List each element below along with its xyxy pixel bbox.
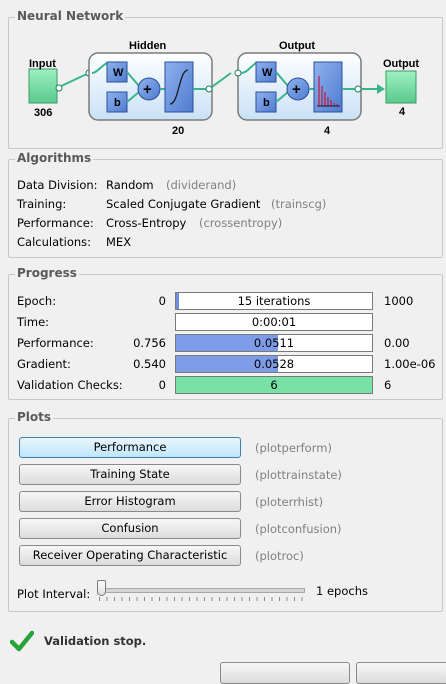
algorithms-title: Algorithms <box>15 151 94 165</box>
plot-confusion-fn: (plotconfusion) <box>255 522 342 536</box>
slider-thumb[interactable] <box>97 580 106 596</box>
validation-current: 6 <box>270 378 278 392</box>
epoch-bar: 15 iterations <box>175 292 373 310</box>
plot-performance-fn: (plotperform) <box>255 441 332 455</box>
calculations-value: MEX <box>106 235 132 249</box>
division-fn: (dividerand) <box>166 178 237 192</box>
hidden-sum-label: + <box>143 81 152 98</box>
plot-training-state-fn: (plottrainstate) <box>255 468 342 482</box>
validation-start: 0 <box>158 378 166 392</box>
validation-label: Validation Checks: <box>17 378 123 392</box>
time-current: 0:00:01 <box>251 315 297 329</box>
epoch-label: Epoch: <box>17 294 57 308</box>
performance-fn: (crossentropy) <box>199 216 283 230</box>
plot-performance-label: Performance <box>93 440 167 454</box>
training-label: Training: <box>17 197 67 211</box>
stop-training-button[interactable] <box>220 662 350 684</box>
validation-bar: 6 <box>175 376 373 394</box>
gradient-current: 0.0528 <box>253 357 295 371</box>
time-label: Time: <box>17 315 50 329</box>
hidden-bias-label: b <box>114 97 121 109</box>
output-bias-label: b <box>263 97 270 109</box>
output-sum-label: + <box>292 81 301 98</box>
performance-value: Cross-Entropy <box>106 216 187 230</box>
plot-error-histogram-label: Error Histogram <box>84 494 176 508</box>
progress-panel: Progress Epoch: 0 15 iterations 1000 Tim… <box>8 266 443 400</box>
hidden-weight-label: W <box>113 67 124 79</box>
plot-roc-label: Receiver Operating Characteristic <box>32 548 228 562</box>
progress-title: Progress <box>15 266 79 280</box>
gradient-bar: 0.0528 <box>175 355 373 373</box>
plot-interval-value: 1 epochs <box>316 584 368 598</box>
plots-title: Plots <box>15 410 54 424</box>
epoch-current: 15 iterations <box>237 294 311 308</box>
epoch-end: 1000 <box>384 294 414 308</box>
performance-bar: 0.0511 <box>175 334 373 352</box>
performance-current: 0.0511 <box>253 336 295 350</box>
gradient-label: Gradient: <box>17 357 71 371</box>
division-value: Random <box>106 178 154 192</box>
validation-end: 6 <box>384 378 392 392</box>
plots-panel: Plots Performance (plotperform) Training… <box>8 410 443 612</box>
calculations-label: Calculations: <box>17 235 92 249</box>
epoch-start: 0 <box>158 294 166 308</box>
plot-roc-fn: (plotroc) <box>255 549 304 563</box>
performance-end: 0.00 <box>384 336 410 350</box>
network-diagram: W b + W b + Input 306 Hidden 20 Output 4… <box>28 40 419 137</box>
plot-roc-button[interactable]: Receiver Operating Characteristic <box>19 545 241 566</box>
time-bar: 0:00:01 <box>175 313 373 331</box>
training-value: Scaled Conjugate Gradient <box>106 197 261 211</box>
output-layer-label: Output <box>279 40 315 52</box>
division-label: Data Division: <box>17 178 98 192</box>
gradient-end: 1.00e-06 <box>384 357 436 371</box>
plot-error-histogram-button[interactable]: Error Histogram <box>19 491 241 512</box>
hidden-label: Hidden <box>129 40 167 52</box>
neural-network-panel: Neural Network W b + W b + Input 306 Hid… <box>8 9 443 149</box>
plot-performance-button[interactable]: Performance <box>19 437 241 458</box>
performance-label: Performance: <box>17 216 94 230</box>
performance-start: 0.756 <box>133 336 166 350</box>
plot-training-state-button[interactable]: Training State <box>19 464 241 485</box>
slider-ticks <box>99 597 303 601</box>
output-weight-label: W <box>262 67 273 79</box>
output-size: 4 <box>399 106 406 118</box>
status-text: Validation stop. <box>44 634 147 648</box>
plot-error-histogram-fn: (ploterrhist) <box>255 495 324 509</box>
input-label: Input <box>29 58 56 70</box>
plot-training-state-label: Training State <box>90 467 170 481</box>
checkmark-icon <box>10 630 34 652</box>
output-layer-size: 4 <box>324 125 331 137</box>
output-arrow-icon <box>377 84 385 94</box>
input-node <box>28 68 58 104</box>
algorithms-panel: Algorithms Data Division: Random (divide… <box>8 151 443 258</box>
training-fn: (trainscg) <box>271 197 327 211</box>
plot-confusion-label: Confusion <box>101 521 159 535</box>
performance-progress-label: Performance: <box>17 336 94 350</box>
input-size: 306 <box>34 107 52 119</box>
output-node <box>385 70 417 104</box>
hidden-size: 20 <box>172 125 184 137</box>
output-label: Output <box>383 58 419 70</box>
plot-interval-label: Plot Interval: <box>17 587 91 601</box>
plot-interval-slider[interactable] <box>97 579 305 603</box>
cancel-button[interactable] <box>356 662 446 684</box>
gradient-start: 0.540 <box>133 357 166 371</box>
plot-confusion-button[interactable]: Confusion <box>19 518 241 539</box>
